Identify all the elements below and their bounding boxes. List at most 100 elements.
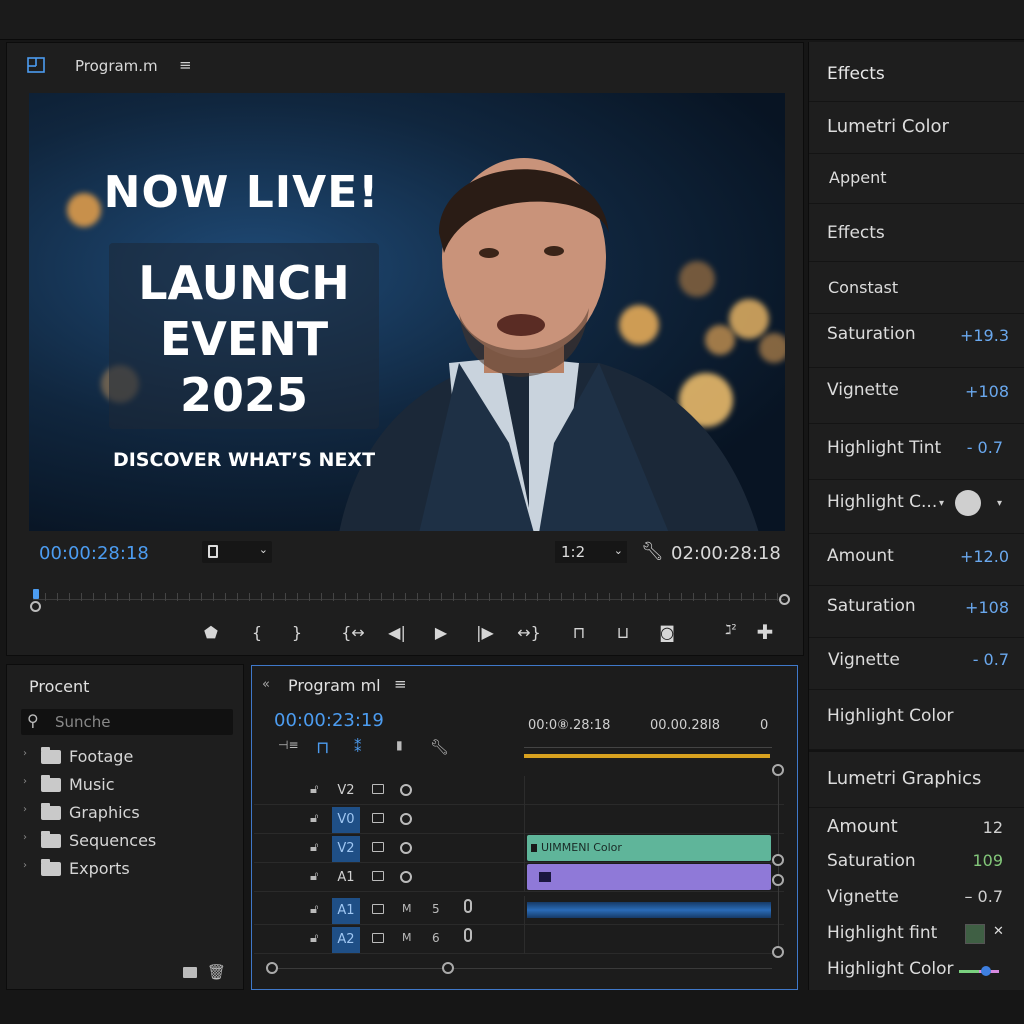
go-to-in-icon[interactable]: {↔ xyxy=(341,623,365,642)
program-monitor-title[interactable]: Program.m xyxy=(75,57,158,75)
play-icon[interactable]: ▶ xyxy=(429,623,453,642)
track-name[interactable]: V2 xyxy=(332,836,360,862)
bin-item-exports[interactable]: › Exports xyxy=(21,855,233,883)
effects-panel-title[interactable]: Effects xyxy=(827,64,885,84)
graphics-clip[interactable] xyxy=(527,864,771,890)
timeline-title[interactable]: Program ml xyxy=(288,676,381,695)
track-lane[interactable] xyxy=(524,863,772,892)
extract-icon[interactable]: ⊔ xyxy=(611,623,635,642)
scroll-handle[interactable] xyxy=(772,764,784,776)
mute-button[interactable]: M xyxy=(402,931,412,944)
track-lane[interactable] xyxy=(524,925,772,954)
film-icon[interactable] xyxy=(372,904,384,914)
step-back-icon[interactable]: ◀| xyxy=(385,623,409,642)
track-name[interactable]: V2 xyxy=(332,778,360,804)
lock-icon[interactable]: 🔓︎ xyxy=(310,811,318,826)
effect-section-header[interactable]: Effects xyxy=(809,204,1024,262)
effect-row[interactable]: Constast xyxy=(809,262,1024,314)
film-icon[interactable] xyxy=(372,842,384,852)
lift-icon[interactable]: ⊓ xyxy=(567,623,591,642)
film-icon[interactable] xyxy=(372,871,384,881)
hamburger-icon[interactable]: ≡ xyxy=(179,56,192,74)
visibility-icon[interactable] xyxy=(400,842,412,854)
playhead[interactable] xyxy=(33,589,39,599)
video-clip[interactable]: UIMMENI Color xyxy=(527,835,771,861)
search-input[interactable]: Sunche xyxy=(55,713,111,731)
param-value[interactable]: +108 xyxy=(965,598,1009,617)
scroll-handle[interactable] xyxy=(772,874,784,886)
color-swatch[interactable] xyxy=(965,924,985,944)
param-value[interactable]: 109 xyxy=(972,851,1003,870)
slider-knob[interactable] xyxy=(981,966,991,976)
film-icon[interactable] xyxy=(372,813,384,823)
scroll-handle[interactable] xyxy=(772,854,784,866)
work-area-bar[interactable] xyxy=(524,754,770,758)
project-search[interactable]: ⚲ Sunche xyxy=(21,709,233,735)
lock-icon[interactable]: 🔓︎ xyxy=(310,902,318,917)
collapse-icon[interactable]: « xyxy=(262,677,270,692)
chevron-right-icon[interactable]: › xyxy=(23,860,27,871)
color-slider[interactable] xyxy=(959,966,999,976)
out-handle[interactable] xyxy=(779,594,790,605)
time-ruler[interactable]: 00:0⑧.28:18 00.00.28I8 0 xyxy=(524,716,772,758)
lock-icon[interactable]: 🔓︎ xyxy=(310,840,318,855)
wrench-icon[interactable]: 🔧︎ xyxy=(641,541,664,562)
chevron-right-icon[interactable]: › xyxy=(23,748,27,759)
bin-item-sequences[interactable]: › Sequences xyxy=(21,827,233,855)
scroll-handle[interactable] xyxy=(442,962,454,974)
trash-icon[interactable]: 🗑︎ xyxy=(207,963,226,981)
param-value[interactable]: +12.0 xyxy=(960,547,1009,566)
track-lane[interactable] xyxy=(524,896,772,925)
color-swatch[interactable] xyxy=(955,490,981,516)
microphone-icon[interactable] xyxy=(464,899,472,913)
lock-icon[interactable]: 🔓︎ xyxy=(310,869,318,884)
export-frame-icon[interactable]: ◙ xyxy=(655,623,679,642)
mark-in-icon[interactable]: { xyxy=(245,623,269,642)
effect-section-header[interactable]: Lumetri Graphics xyxy=(809,754,1024,808)
param-value[interactable]: +19.3 xyxy=(960,326,1009,345)
param-value[interactable]: – 0.7 xyxy=(964,887,1003,906)
current-timecode[interactable]: 00:00:28:18 xyxy=(39,543,149,564)
timeline-timecode[interactable]: 00:00:23:19 xyxy=(274,710,384,731)
film-icon[interactable] xyxy=(372,933,384,943)
hamburger-icon[interactable]: ≡ xyxy=(394,675,407,693)
go-to-out-icon[interactable]: ↔} xyxy=(517,623,541,642)
new-bin-icon[interactable] xyxy=(183,967,197,978)
fit-dropdown[interactable]: ⌄ xyxy=(202,541,272,563)
step-forward-icon[interactable]: |▶ xyxy=(473,623,497,642)
bin-item-music[interactable]: › Music xyxy=(21,771,233,799)
param-value[interactable]: - 0.7 xyxy=(967,438,1003,457)
add-button-icon[interactable]: ✚ xyxy=(753,620,777,644)
chevron-right-icon[interactable]: › xyxy=(23,832,27,843)
playback-scrubber[interactable] xyxy=(30,589,790,612)
add-marker-icon[interactable]: ⬟ xyxy=(199,623,223,642)
scroll-handle[interactable] xyxy=(266,962,278,974)
snap-icon[interactable]: ⊓ xyxy=(316,738,329,758)
scroll-handle[interactable] xyxy=(772,946,784,958)
effect-section-header[interactable]: Lumetri Color xyxy=(809,102,1024,154)
timeline-horizontal-scrollbar[interactable] xyxy=(266,962,772,974)
effect-row[interactable]: Appent xyxy=(809,154,1024,204)
track-name[interactable]: A1 xyxy=(332,865,360,891)
close-icon[interactable]: ✕ xyxy=(993,924,1004,939)
project-panel-title[interactable]: Procent xyxy=(29,677,89,696)
track-name[interactable]: V0 xyxy=(332,807,360,833)
wrench-icon[interactable]: 🔧︎ xyxy=(430,738,449,756)
button-editor-icon[interactable]: ℷ² xyxy=(719,623,743,638)
microphone-icon[interactable] xyxy=(464,928,472,942)
chevron-right-icon[interactable]: › xyxy=(23,776,27,787)
mark-out-icon[interactable]: } xyxy=(285,623,309,642)
param-value[interactable]: +108 xyxy=(965,382,1009,401)
panel-layout-icon[interactable] xyxy=(27,57,45,73)
linked-selection-icon[interactable]: ⁑ xyxy=(354,738,362,756)
track-name[interactable]: A1 xyxy=(332,898,360,924)
track-lane[interactable] xyxy=(524,776,772,805)
param-value[interactable]: - 0.7 xyxy=(973,650,1009,669)
chevron-down-icon[interactable]: ▾ xyxy=(997,498,1002,509)
track-name[interactable]: A2 xyxy=(332,927,360,953)
bin-item-graphics[interactable]: › Graphics xyxy=(21,799,233,827)
visibility-icon[interactable] xyxy=(400,871,412,883)
nest-icon[interactable]: ⊣≡ xyxy=(278,738,299,752)
chevron-down-icon[interactable]: ▾ xyxy=(939,498,944,509)
param-value[interactable]: 12 xyxy=(983,818,1003,837)
